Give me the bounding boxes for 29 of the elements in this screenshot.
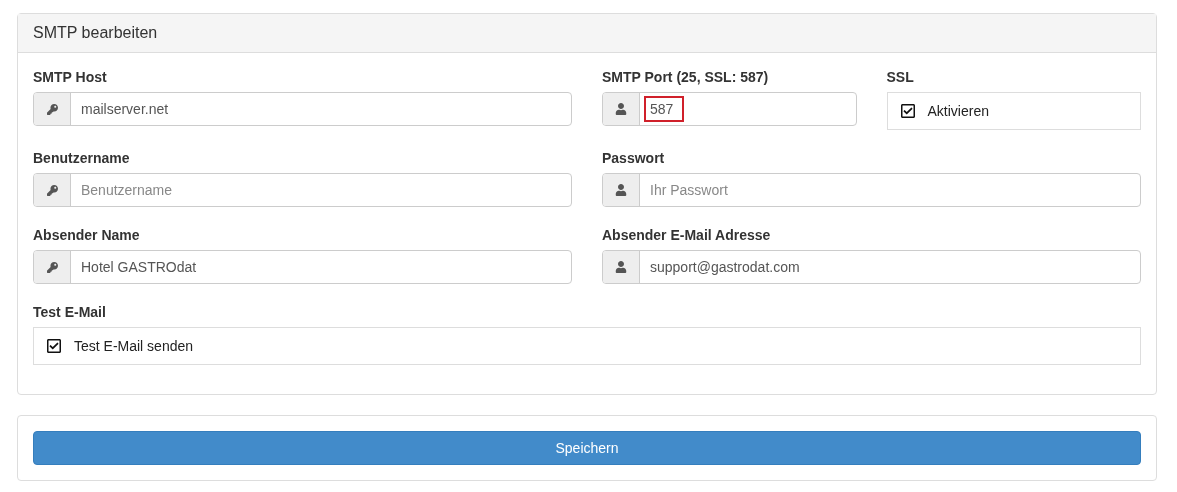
checkbox-row[interactable]: Aktivieren — [886, 92, 1141, 130]
field-label: SMTP Host — [33, 69, 108, 86]
field-label: Test E-Mail — [33, 304, 107, 321]
checkbox-row[interactable]: Test E-Mail senden — [33, 327, 1141, 365]
input-group[interactable]: mailserver.net — [33, 92, 572, 126]
checkbox-label: Aktivieren — [927, 103, 989, 119]
checked-checkbox-icon[interactable] — [899, 103, 916, 119]
user-icon — [615, 103, 627, 115]
checkbox-label: Test E-Mail senden — [74, 338, 194, 354]
input-field[interactable]: 587 — [644, 96, 684, 122]
field-label: Benutzername — [33, 150, 131, 167]
input-group[interactable]: 587 — [602, 92, 857, 126]
input-group[interactable]: Ihr Passwort — [602, 173, 1141, 207]
key-icon — [46, 261, 58, 273]
field-label: SMTP Port (25, SSL: 587) — [602, 69, 770, 86]
key-icon — [46, 103, 58, 115]
key-icon — [46, 184, 58, 196]
field-label: Absender Name — [33, 227, 141, 244]
field-label: Absender E-Mail Adresse — [602, 227, 772, 244]
field-label: SSL — [886, 69, 915, 86]
user-icon — [615, 261, 627, 273]
save-button[interactable]: Speichern — [33, 431, 1141, 465]
input-group[interactable]: Hotel GASTROdat — [33, 250, 572, 284]
field-label: Passwort — [602, 150, 666, 167]
user-icon — [615, 184, 627, 196]
panel-title: SMTP bearbeiten — [18, 14, 1156, 53]
input-group[interactable]: support@gastrodat.com — [602, 250, 1141, 284]
checked-checkbox-icon[interactable] — [46, 338, 62, 354]
input-group[interactable]: Benutzername — [33, 173, 572, 207]
